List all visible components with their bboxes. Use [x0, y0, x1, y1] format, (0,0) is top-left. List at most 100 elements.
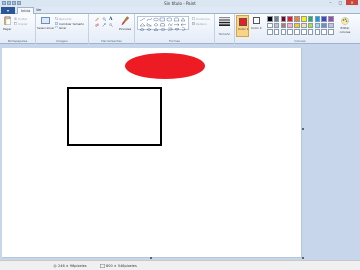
resize-handle-right[interactable]: [302, 128, 304, 130]
canvas-size: 800 × 546píxeles: [106, 264, 137, 268]
resize-icon: [55, 21, 58, 25]
custom-color-slot[interactable]: [307, 29, 314, 35]
palette-swatch[interactable]: [273, 16, 280, 22]
outline-dropdown[interactable]: Contorno: [196, 17, 210, 21]
red-ellipse-shape: [125, 53, 205, 79]
crop-icon: [55, 17, 58, 20]
color2-label: Color 2: [251, 26, 262, 30]
palette-swatch[interactable]: [328, 16, 334, 22]
palette-swatch[interactable]: [280, 22, 287, 29]
resize-handle-bottom[interactable]: [150, 257, 152, 259]
tab-view[interactable]: Ver: [33, 7, 45, 14]
fill-icon: [192, 22, 195, 25]
resize-handle-corner[interactable]: [302, 257, 304, 259]
custom-color-slot[interactable]: [294, 29, 300, 35]
select-button[interactable]: [41, 17, 50, 24]
paste-label: Pegar: [3, 27, 12, 31]
scissors-icon: [14, 17, 17, 20]
color1-button[interactable]: Color 1: [236, 15, 249, 37]
group-image: Seleccionar Recortar Cambiar tamaño Gira…: [36, 14, 89, 44]
ribbon: Pegar Cortar Copiar Portapapeles Selecci…: [0, 14, 360, 44]
edit-colors-button[interactable]: Editar colores: [337, 26, 353, 34]
fill-dropdown[interactable]: Relleno: [196, 22, 207, 26]
palette-swatch[interactable]: [267, 22, 273, 29]
image-group-label: Imagen: [56, 39, 68, 43]
color2-swatch: [253, 17, 260, 24]
group-shapes: Contorno Relleno Formas: [135, 14, 215, 44]
fill-bucket-icon[interactable]: [102, 17, 106, 21]
custom-color-slot[interactable]: [267, 29, 273, 35]
resize-button[interactable]: Cambiar tamaño: [59, 22, 84, 26]
crop-button[interactable]: Recortar: [59, 17, 72, 21]
cursor-position: 246 × 96píxeles: [58, 264, 87, 268]
maximize-button[interactable]: □: [336, 0, 345, 5]
line-width-icon: [219, 17, 230, 26]
ribbon-tabs: ▾ Inicio Ver: [0, 7, 360, 14]
group-tools: A Pinceles Herramientas: [89, 14, 135, 44]
palette-swatch[interactable]: [301, 16, 307, 22]
custom-color-slot[interactable]: [321, 29, 327, 35]
rotate-button[interactable]: Girar: [59, 26, 66, 30]
close-button[interactable]: ✕: [346, 0, 358, 5]
palette-swatch[interactable]: [307, 16, 314, 22]
magnifier-icon[interactable]: [109, 23, 113, 27]
size-label: Tamaño: [218, 32, 231, 36]
window-controls: – □ ✕: [326, 0, 358, 5]
palette-swatch[interactable]: [294, 22, 300, 29]
status-bar: 246 × 96píxeles 800 × 546píxeles: [0, 260, 360, 270]
drawing-canvas[interactable]: [2, 48, 302, 258]
shapes-gallery[interactable]: [137, 16, 189, 32]
palette-swatch[interactable]: [280, 16, 287, 22]
custom-color-slot[interactable]: [287, 29, 293, 35]
cursor-position-icon: [53, 264, 57, 268]
custom-color-slot[interactable]: [301, 29, 307, 35]
clipboard-group-label: Portapapeles: [7, 39, 28, 43]
color2-button[interactable]: Color 2: [251, 16, 262, 36]
select-label: Seleccionar: [37, 26, 55, 30]
copy-button[interactable]: Copiar: [18, 22, 28, 26]
canvas-drawing: [67, 53, 205, 146]
group-size[interactable]: Tamaño: [215, 14, 235, 44]
shapes-group-label: Formas: [169, 39, 180, 43]
tools-group-label: Herramientas: [101, 39, 122, 43]
brushes-label: Pinceles: [119, 27, 132, 31]
color-palette: [267, 16, 335, 38]
black-rectangle-shape: [67, 87, 162, 146]
cut-button[interactable]: Cortar: [18, 17, 27, 21]
text-tool-icon[interactable]: A: [109, 17, 113, 22]
palette-swatch[interactable]: [321, 16, 327, 22]
color1-label: Color 1: [238, 27, 249, 31]
palette-swatch[interactable]: [314, 22, 321, 29]
brushes-icon[interactable]: [121, 16, 130, 26]
custom-color-slot[interactable]: [328, 29, 334, 35]
group-clipboard: Pegar Cortar Copiar Portapapeles: [0, 14, 36, 44]
edit-colors-icon: [341, 17, 349, 25]
palette-swatch[interactable]: [273, 22, 280, 29]
eraser-icon[interactable]: [95, 23, 99, 27]
colors-group-label: Colores: [294, 39, 306, 43]
tab-home[interactable]: Inicio: [17, 7, 35, 14]
group-colors: Editar colores Colores: [265, 14, 360, 44]
palette-swatch[interactable]: [314, 16, 321, 22]
palette-swatch[interactable]: [287, 22, 293, 29]
palette-swatch[interactable]: [307, 22, 314, 29]
palette-swatch[interactable]: [328, 22, 334, 29]
custom-color-slot[interactable]: [314, 29, 321, 35]
rotate-icon: [55, 26, 58, 29]
pencil-icon[interactable]: [95, 17, 99, 21]
paste-button[interactable]: [4, 16, 11, 25]
minimize-button[interactable]: –: [326, 0, 335, 5]
canvas-workspace: [0, 44, 360, 260]
palette-swatch[interactable]: [287, 16, 293, 22]
palette-swatch[interactable]: [267, 16, 273, 22]
custom-color-slot[interactable]: [280, 29, 287, 35]
palette-swatch[interactable]: [294, 16, 300, 22]
canvas-size-icon: [100, 264, 105, 268]
color-picker-icon[interactable]: [102, 23, 106, 27]
clipboard-icon: [4, 16, 11, 25]
file-menu-button[interactable]: ▾: [1, 7, 15, 14]
color1-swatch: [239, 18, 247, 26]
custom-color-slot[interactable]: [273, 29, 280, 35]
palette-swatch[interactable]: [321, 22, 327, 29]
palette-swatch[interactable]: [301, 22, 307, 29]
